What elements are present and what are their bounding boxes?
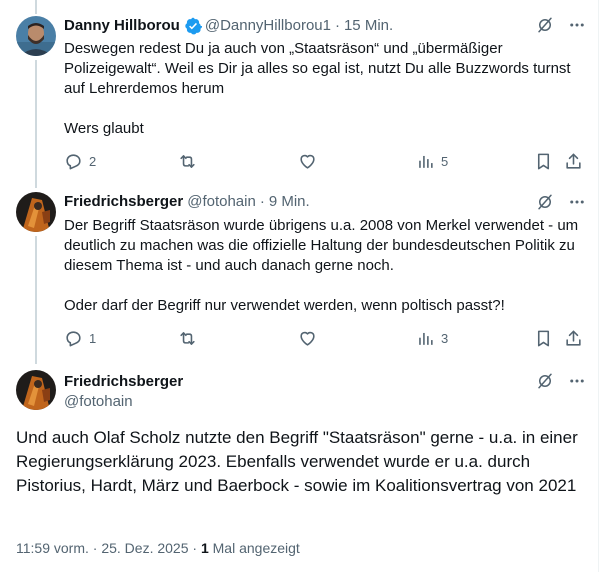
action-bar: 1 3	[64, 328, 584, 348]
bookmark-button[interactable]	[534, 328, 553, 348]
reply-count: 2	[89, 153, 97, 169]
reply-button[interactable]: 1	[64, 328, 96, 348]
verified-badge-icon	[184, 17, 202, 35]
views-button[interactable]: 5	[416, 151, 448, 171]
separator-dot: ·	[334, 17, 340, 34]
post-paragraph: Wers glaubt	[64, 120, 144, 137]
like-icon	[298, 329, 317, 348]
post-timestamp[interactable]: 11:59 vorm. · 25. Dez. 2025 ·	[16, 540, 201, 556]
timeline-border	[598, 0, 599, 572]
views-count: 3	[441, 330, 449, 346]
author-name[interactable]: Friedrichsberger	[64, 192, 183, 212]
post-paragraph: Der Begriff Staatsräson wurde übrigens u…	[64, 217, 579, 274]
separator-dot: ·	[259, 193, 265, 210]
reply-icon	[64, 329, 83, 348]
post-paragraph: Deswegen redest Du ja auch von „Staatsrä…	[64, 40, 571, 97]
reply-count: 1	[89, 330, 97, 346]
share-icon	[564, 329, 583, 348]
bookmark-icon	[534, 152, 553, 171]
views-count: 5	[441, 153, 449, 169]
view-count: 1	[200, 540, 209, 556]
post-time[interactable]: 9 Min.	[269, 192, 310, 212]
more-icon[interactable]	[568, 193, 586, 211]
reply-button[interactable]: 2	[64, 151, 96, 171]
author-handle[interactable]: @fotohain	[187, 192, 256, 212]
avatar[interactable]	[16, 370, 56, 410]
action-bar: 2 5	[64, 151, 584, 171]
share-button[interactable]	[564, 151, 583, 171]
avatar[interactable]	[16, 192, 56, 232]
repost-button[interactable]	[178, 151, 197, 171]
bookmark-icon	[534, 329, 553, 348]
repost-button[interactable]	[178, 328, 197, 348]
more-icon[interactable]	[568, 16, 586, 34]
grok-icon[interactable]	[536, 372, 554, 390]
like-button[interactable]	[298, 328, 317, 348]
view-label: Mal angezeigt	[208, 540, 300, 556]
grok-icon[interactable]	[536, 16, 554, 34]
share-icon	[564, 152, 583, 171]
author-name[interactable]: Danny Hillborou	[64, 16, 180, 36]
author-name[interactable]: Friedrichsberger	[64, 372, 183, 392]
thread-connector-top	[35, 0, 37, 14]
views-icon	[416, 329, 435, 348]
bookmark-button[interactable]	[534, 151, 553, 171]
author-handle[interactable]: @DannyHillborou1	[205, 16, 331, 36]
retweet-icon	[178, 152, 197, 171]
views-button[interactable]: 3	[416, 328, 448, 348]
grok-icon[interactable]	[536, 193, 554, 211]
retweet-icon	[178, 329, 197, 348]
like-button[interactable]	[298, 151, 317, 171]
author-handle[interactable]: @fotohain	[64, 392, 133, 412]
post-meta: 11:59 vorm. · 25. Dez. 2025 · 1 Mal ange…	[16, 538, 300, 558]
more-icon[interactable]	[568, 372, 586, 390]
share-button[interactable]	[564, 328, 583, 348]
post-paragraph: Oder darf der Begriff nur verwendet werd…	[64, 297, 505, 314]
like-icon	[298, 152, 317, 171]
post-text: Der Begriff Staatsräson wurde übrigens u…	[64, 216, 584, 316]
reply-icon	[64, 152, 83, 171]
post-text: Deswegen redest Du ja auch von „Staatsrä…	[64, 39, 584, 139]
views-icon	[416, 152, 435, 171]
avatar[interactable]	[16, 16, 56, 56]
thread-connector	[35, 236, 37, 364]
thread-connector	[35, 60, 37, 188]
main-post-text: Und auch Olaf Scholz nutzte den Begriff …	[16, 428, 578, 495]
post-time[interactable]: 15 Min.	[344, 16, 393, 36]
